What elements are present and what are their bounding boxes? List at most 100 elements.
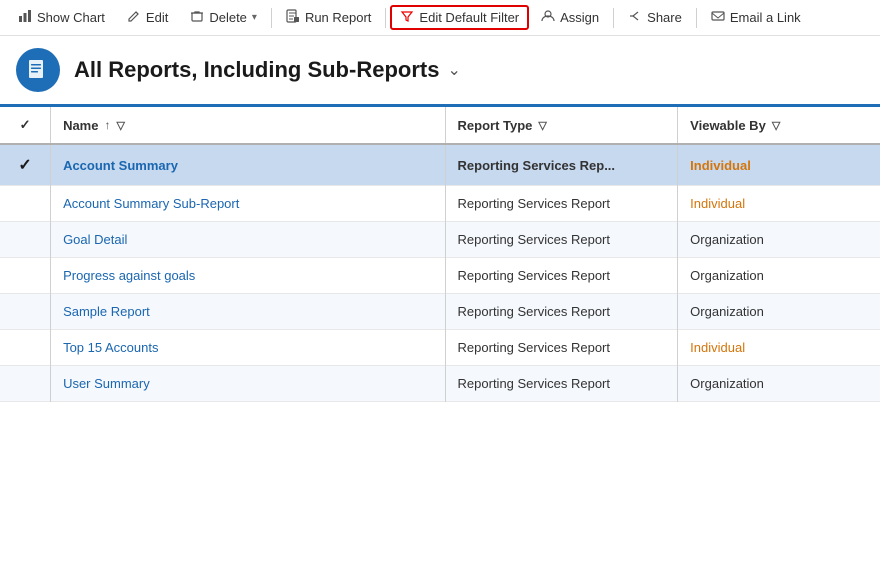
assign-label: Assign [560,10,599,25]
row-check-cell [0,330,51,366]
col-viewable-header: Viewable By ▽ [678,107,880,144]
table-row[interactable]: Progress against goals Reporting Services… [0,258,880,294]
delete-dropdown-arrow[interactable]: ▾ [252,12,257,23]
row-type-cell: Reporting Services Report [445,258,678,294]
row-name-link[interactable]: Account Summary Sub-Report [63,196,239,211]
row-name-cell: User Summary [51,366,445,402]
show-chart-button[interactable]: Show Chart [8,5,115,30]
row-viewable-text: Organization [690,268,764,283]
row-type-text: Reporting Services Rep... [458,158,616,173]
page-icon [16,48,60,92]
row-viewable-cell: Organization [678,222,880,258]
row-viewable-text: Individual [690,196,745,211]
edit-label: Edit [146,10,168,25]
row-type-cell: Reporting Services Report [445,186,678,222]
row-check-cell: ✓ [0,144,51,186]
row-viewable-cell: Individual [678,330,880,366]
delete-icon [190,9,204,26]
row-type-cell: Reporting Services Rep... [445,144,678,186]
row-type-cell: Reporting Services Report [445,330,678,366]
toolbar-separator-after-5 [613,8,614,28]
table-row[interactable]: User Summary Reporting Services Report Org… [0,366,880,402]
row-name-link[interactable]: Account Summary [63,158,178,173]
row-name-cell: Progress against goals [51,258,445,294]
page-title-group: All Reports, Including Sub-Reports ⌄ [74,57,461,83]
name-filter-icon[interactable]: ▽ [116,119,124,132]
edit-default-filter-icon [400,9,414,26]
row-viewable-cell: Individual [678,186,880,222]
assign-button[interactable]: Assign [531,5,609,30]
table-row[interactable]: Goal Detail Reporting Services Report Orga… [0,222,880,258]
edit-default-filter-label: Edit Default Filter [419,10,519,25]
row-viewable-cell: Organization [678,294,880,330]
col-type-label: Report Type [458,118,533,133]
row-type-text: Reporting Services Report [458,268,610,283]
table-header-row: ✓ Name ↑ ▽ Report Type ▽ [0,107,880,144]
show-chart-icon [18,9,32,26]
row-name-link[interactable]: Progress against goals [63,268,195,283]
row-type-cell: Reporting Services Report [445,294,678,330]
run-report-button[interactable]: Run Report [276,5,381,30]
delete-label: Delete [209,10,247,25]
name-sort-icon[interactable]: ↑ [104,118,110,132]
row-check-cell [0,222,51,258]
email-link-label: Email a Link [730,10,801,25]
toolbar-separator-3 [271,8,272,28]
row-name-cell: Goal Detail [51,222,445,258]
page-title-chevron[interactable]: ⌄ [447,60,460,80]
row-viewable-text: Individual [690,340,745,355]
row-type-text: Reporting Services Report [458,340,610,355]
row-viewable-text: Organization [690,304,764,319]
col-name-label: Name [63,118,98,133]
share-icon [628,9,642,26]
row-name-cell: Sample Report [51,294,445,330]
table-row[interactable]: Sample Report Reporting Services Report Or… [0,294,880,330]
row-type-text: Reporting Services Report [458,376,610,391]
row-viewable-cell: Organization [678,258,880,294]
type-filter-icon[interactable]: ▽ [538,119,546,132]
page-header: All Reports, Including Sub-Reports ⌄ [0,36,880,107]
page-title: All Reports, Including Sub-Reports [74,57,439,83]
row-name-link[interactable]: Goal Detail [63,232,127,247]
col-viewable-label: Viewable By [690,118,766,133]
row-name-link[interactable]: User Summary [63,376,150,391]
show-chart-label: Show Chart [37,10,105,25]
row-name-cell: Top 15 Accounts [51,330,445,366]
check-all-icon: ✓ [20,117,31,132]
row-type-text: Reporting Services Report [458,232,610,247]
run-report-label: Run Report [305,10,371,25]
reports-table: ✓ Name ↑ ▽ Report Type ▽ [0,107,880,402]
col-check-header: ✓ [0,107,51,144]
table-row[interactable]: ✓ Account Summary Reporting Services Rep..… [0,144,880,186]
row-viewable-text: Organization [690,232,764,247]
edit-default-filter-button[interactable]: Edit Default Filter [390,5,529,30]
edit-button[interactable]: Edit [117,5,178,30]
row-type-text: Reporting Services Report [458,196,610,211]
delete-button[interactable]: Delete ▾ [180,5,267,30]
row-type-text: Reporting Services Report [458,304,610,319]
row-viewable-cell: Organization [678,366,880,402]
row-name-link[interactable]: Sample Report [63,304,150,319]
share-label: Share [647,10,682,25]
run-report-icon [286,9,300,26]
share-button[interactable]: Share [618,5,692,30]
table-row[interactable]: Account Summary Sub-Report Reporting Serv… [0,186,880,222]
row-name-cell: Account Summary [51,144,445,186]
row-check-mark: ✓ [18,157,31,174]
toolbar: Show Chart Edit Delete ▾ Run Report Edit Defa… [0,0,880,36]
row-name-link[interactable]: Top 15 Accounts [63,340,158,355]
row-name-cell: Account Summary Sub-Report [51,186,445,222]
email-link-button[interactable]: Email a Link [701,5,811,30]
row-viewable-text: Individual [690,158,751,173]
toolbar-separator-after-6 [696,8,697,28]
edit-icon [127,9,141,26]
row-type-cell: Reporting Services Report [445,222,678,258]
row-check-cell [0,258,51,294]
assign-icon [541,9,555,26]
viewable-filter-icon[interactable]: ▽ [772,119,780,132]
toolbar-separator-after-3 [385,8,386,28]
table-row[interactable]: Top 15 Accounts Reporting Services Report… [0,330,880,366]
email-link-icon [711,9,725,26]
row-check-cell [0,186,51,222]
table-container: ✓ Name ↑ ▽ Report Type ▽ [0,107,880,558]
